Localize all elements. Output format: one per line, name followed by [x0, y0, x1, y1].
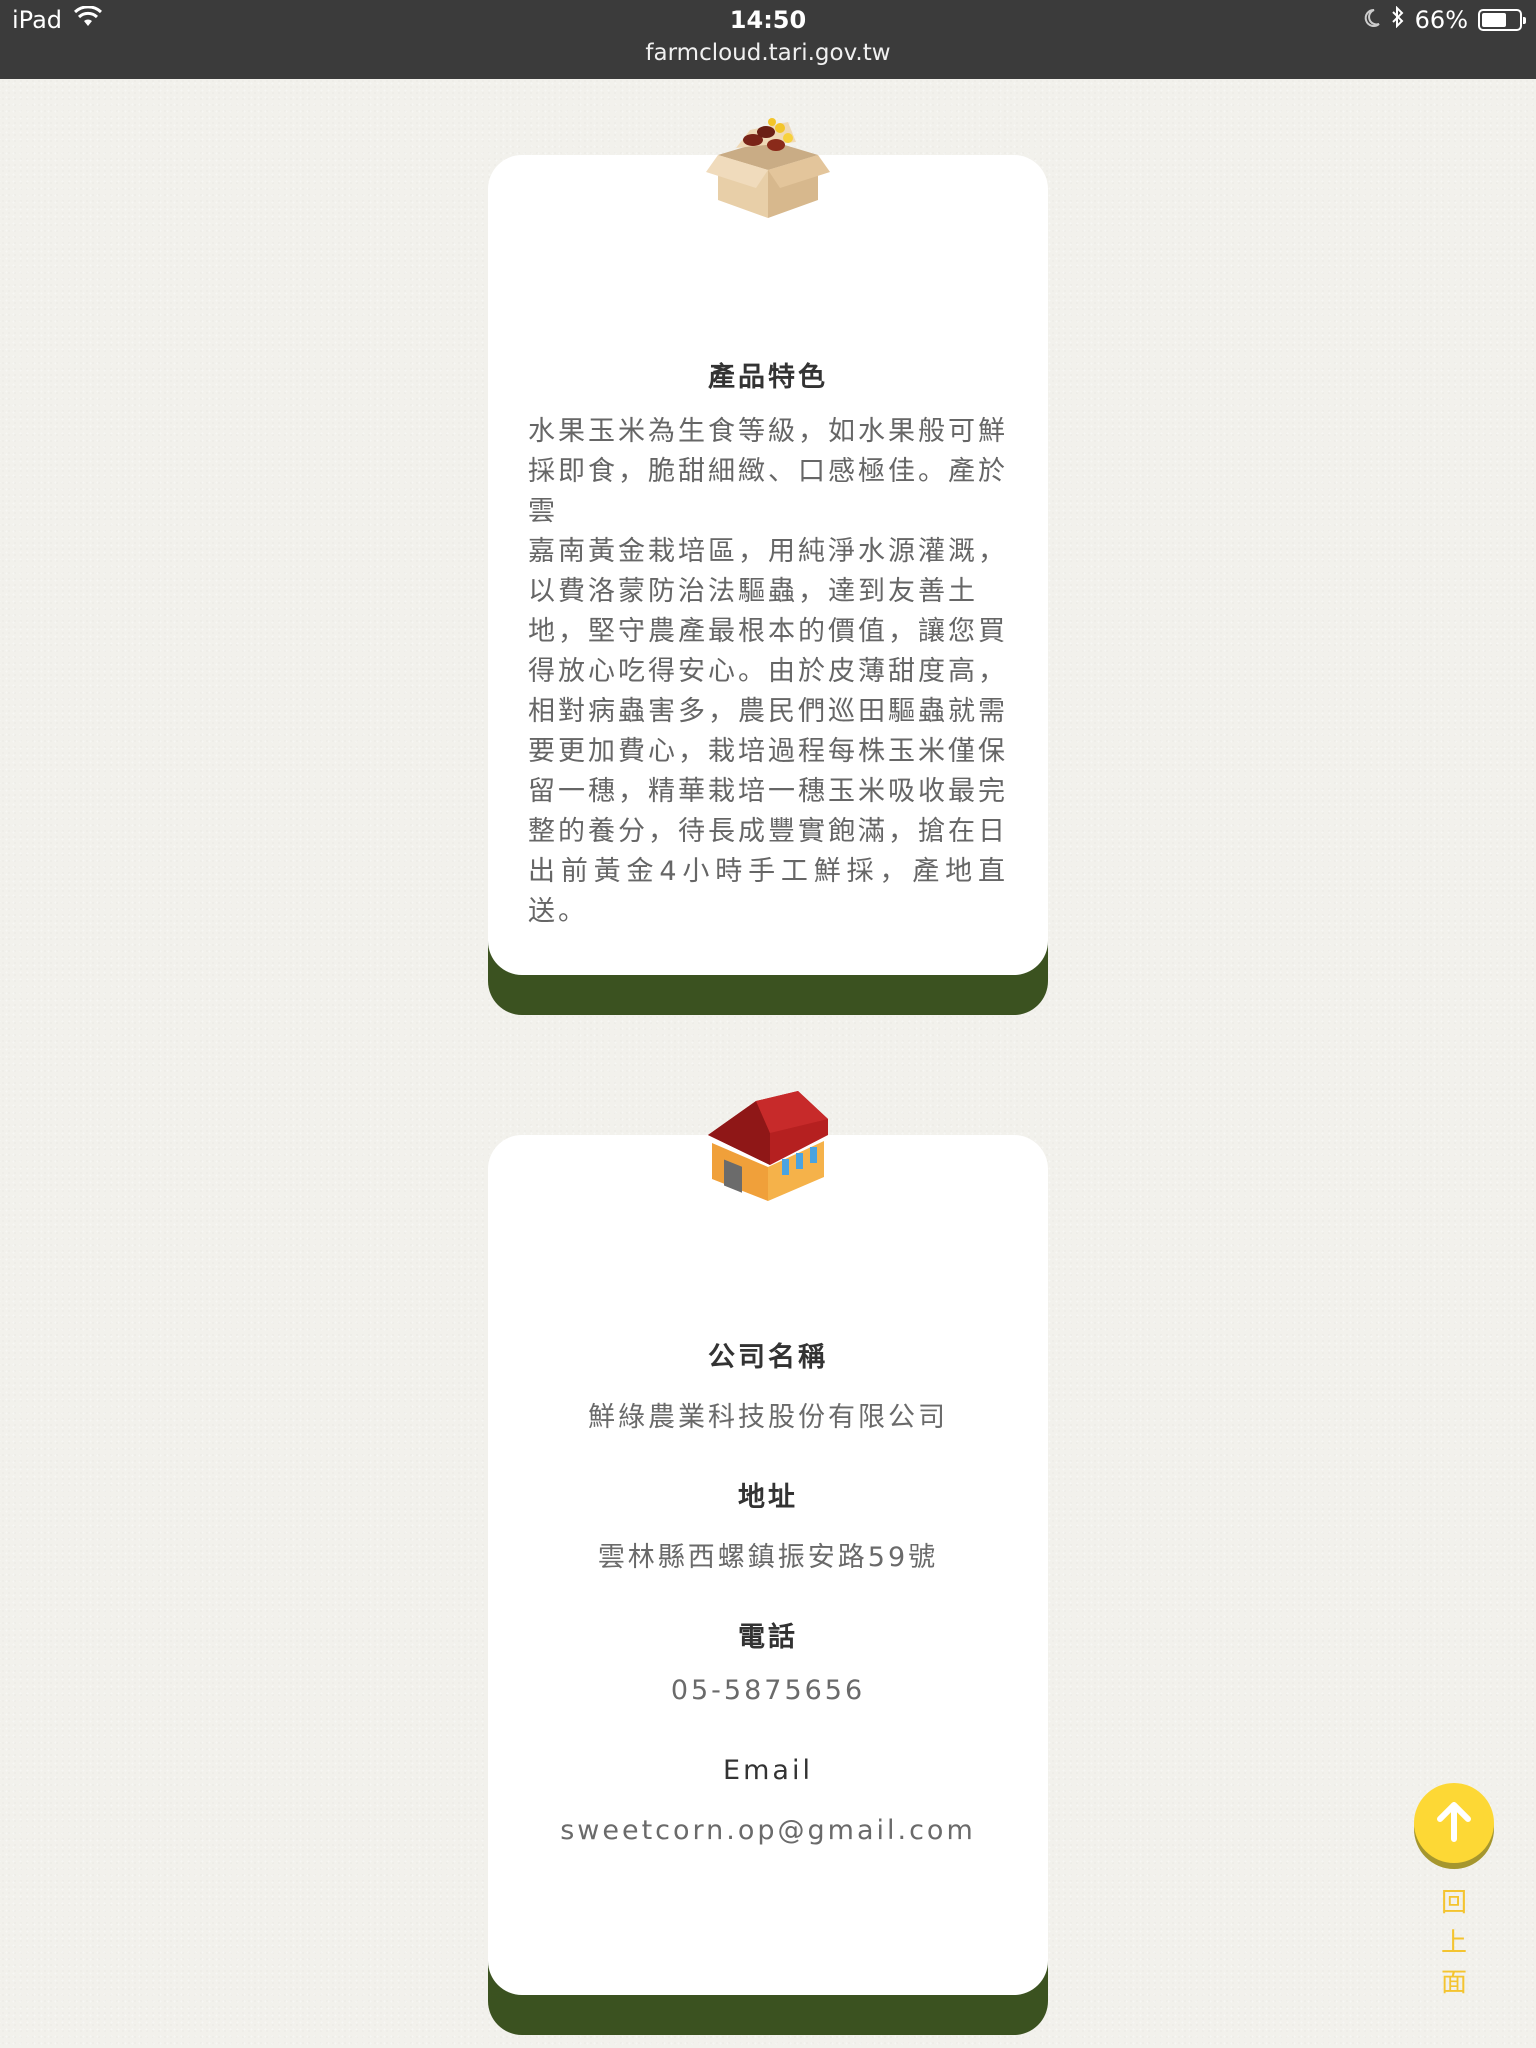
product-description: 水果玉米為生食等級，如水果般可鮮 採即食，脆甜細緻、口感極佳。產於雲 嘉南黃金栽…	[528, 412, 1008, 932]
description-line: 地，堅守農產最根本的價值，讓您買	[528, 616, 1008, 647]
description-line: 出前黃金4小時手工鮮採，產地直送。	[528, 856, 1008, 927]
email-label: Email	[723, 1755, 813, 1786]
back-to-top-label[interactable]: 回上面	[1414, 1883, 1494, 2003]
company-name-label: 公司名稱	[708, 1342, 828, 1373]
description-line: 要更加費心，栽培過程每株玉米僅保	[528, 736, 1008, 767]
company-card: 公司名稱 鮮綠農業科技股份有限公司 地址 雲林縣西螺鎮振安路59號 電話 05-…	[488, 1091, 1048, 2035]
back-to-top-text: 回上面	[1440, 1888, 1467, 1998]
product-heading: 產品特色	[708, 362, 828, 393]
battery-fill	[1482, 13, 1506, 27]
address-value: 雲林縣西螺鎮振安路59號	[597, 1542, 939, 1573]
status-right: 66%	[1363, 5, 1526, 34]
description-line: 留一穗，精華栽培一穗玉米吸收最完	[528, 776, 1008, 807]
description-line: 嘉南黃金栽培區，用純淨水源灌溉，	[528, 536, 1008, 567]
description-line: 以費洛蒙防治法驅蟲，達到友善土	[528, 576, 978, 607]
product-card-body: 產品特色 水果玉米為生食等級，如水果般可鮮 採即食，脆甜細緻、口感極佳。產於雲 …	[488, 155, 1048, 975]
arrow-up-icon	[1434, 1799, 1474, 1847]
moon-icon	[1363, 6, 1381, 34]
phone-label: 電話	[738, 1622, 798, 1653]
phone-value[interactable]: 05-5875656	[488, 1675, 1048, 1706]
description-line: 相對病蟲害多，農民們巡田驅蟲就需	[528, 696, 1008, 727]
back-to-top[interactable]: 回上面	[1414, 1783, 1496, 2003]
status-time: 14:50	[729, 6, 807, 34]
barn-icon	[698, 1083, 838, 1203]
url-bar[interactable]: farmcloud.tari.gov.tw	[0, 40, 1536, 66]
status-bar: iPad 14:50 66% farmcloud.tari.gov.tw	[0, 0, 1536, 79]
company-name-value: 鮮綠農業科技股份有限公司	[588, 1402, 948, 1433]
back-to-top-button[interactable]	[1414, 1783, 1494, 1863]
battery-percent: 66%	[1414, 6, 1468, 34]
email-value[interactable]: sweetcorn.op@gmail.com	[488, 1815, 1048, 1846]
bluetooth-icon	[1391, 5, 1405, 34]
address-label: 地址	[738, 1482, 798, 1513]
description-line: 採即食，脆甜細緻、口感極佳。產於雲	[528, 456, 1008, 527]
description-line: 得放心吃得安心。由於皮薄甜度高，	[528, 656, 1008, 687]
product-card: 產品特色 水果玉米為生食等級，如水果般可鮮 採即食，脆甜細緻、口感極佳。產於雲 …	[488, 118, 1048, 1015]
description-line: 水果玉米為生食等級，如水果般可鮮	[528, 416, 1008, 447]
battery-icon	[1478, 9, 1526, 31]
description-line: 整的養分，待長成豐實飽滿，搶在日	[528, 816, 1008, 847]
cardboard-box-icon	[698, 110, 838, 220]
company-card-body: 公司名稱 鮮綠農業科技股份有限公司 地址 雲林縣西螺鎮振安路59號 電話 05-…	[488, 1135, 1048, 1995]
